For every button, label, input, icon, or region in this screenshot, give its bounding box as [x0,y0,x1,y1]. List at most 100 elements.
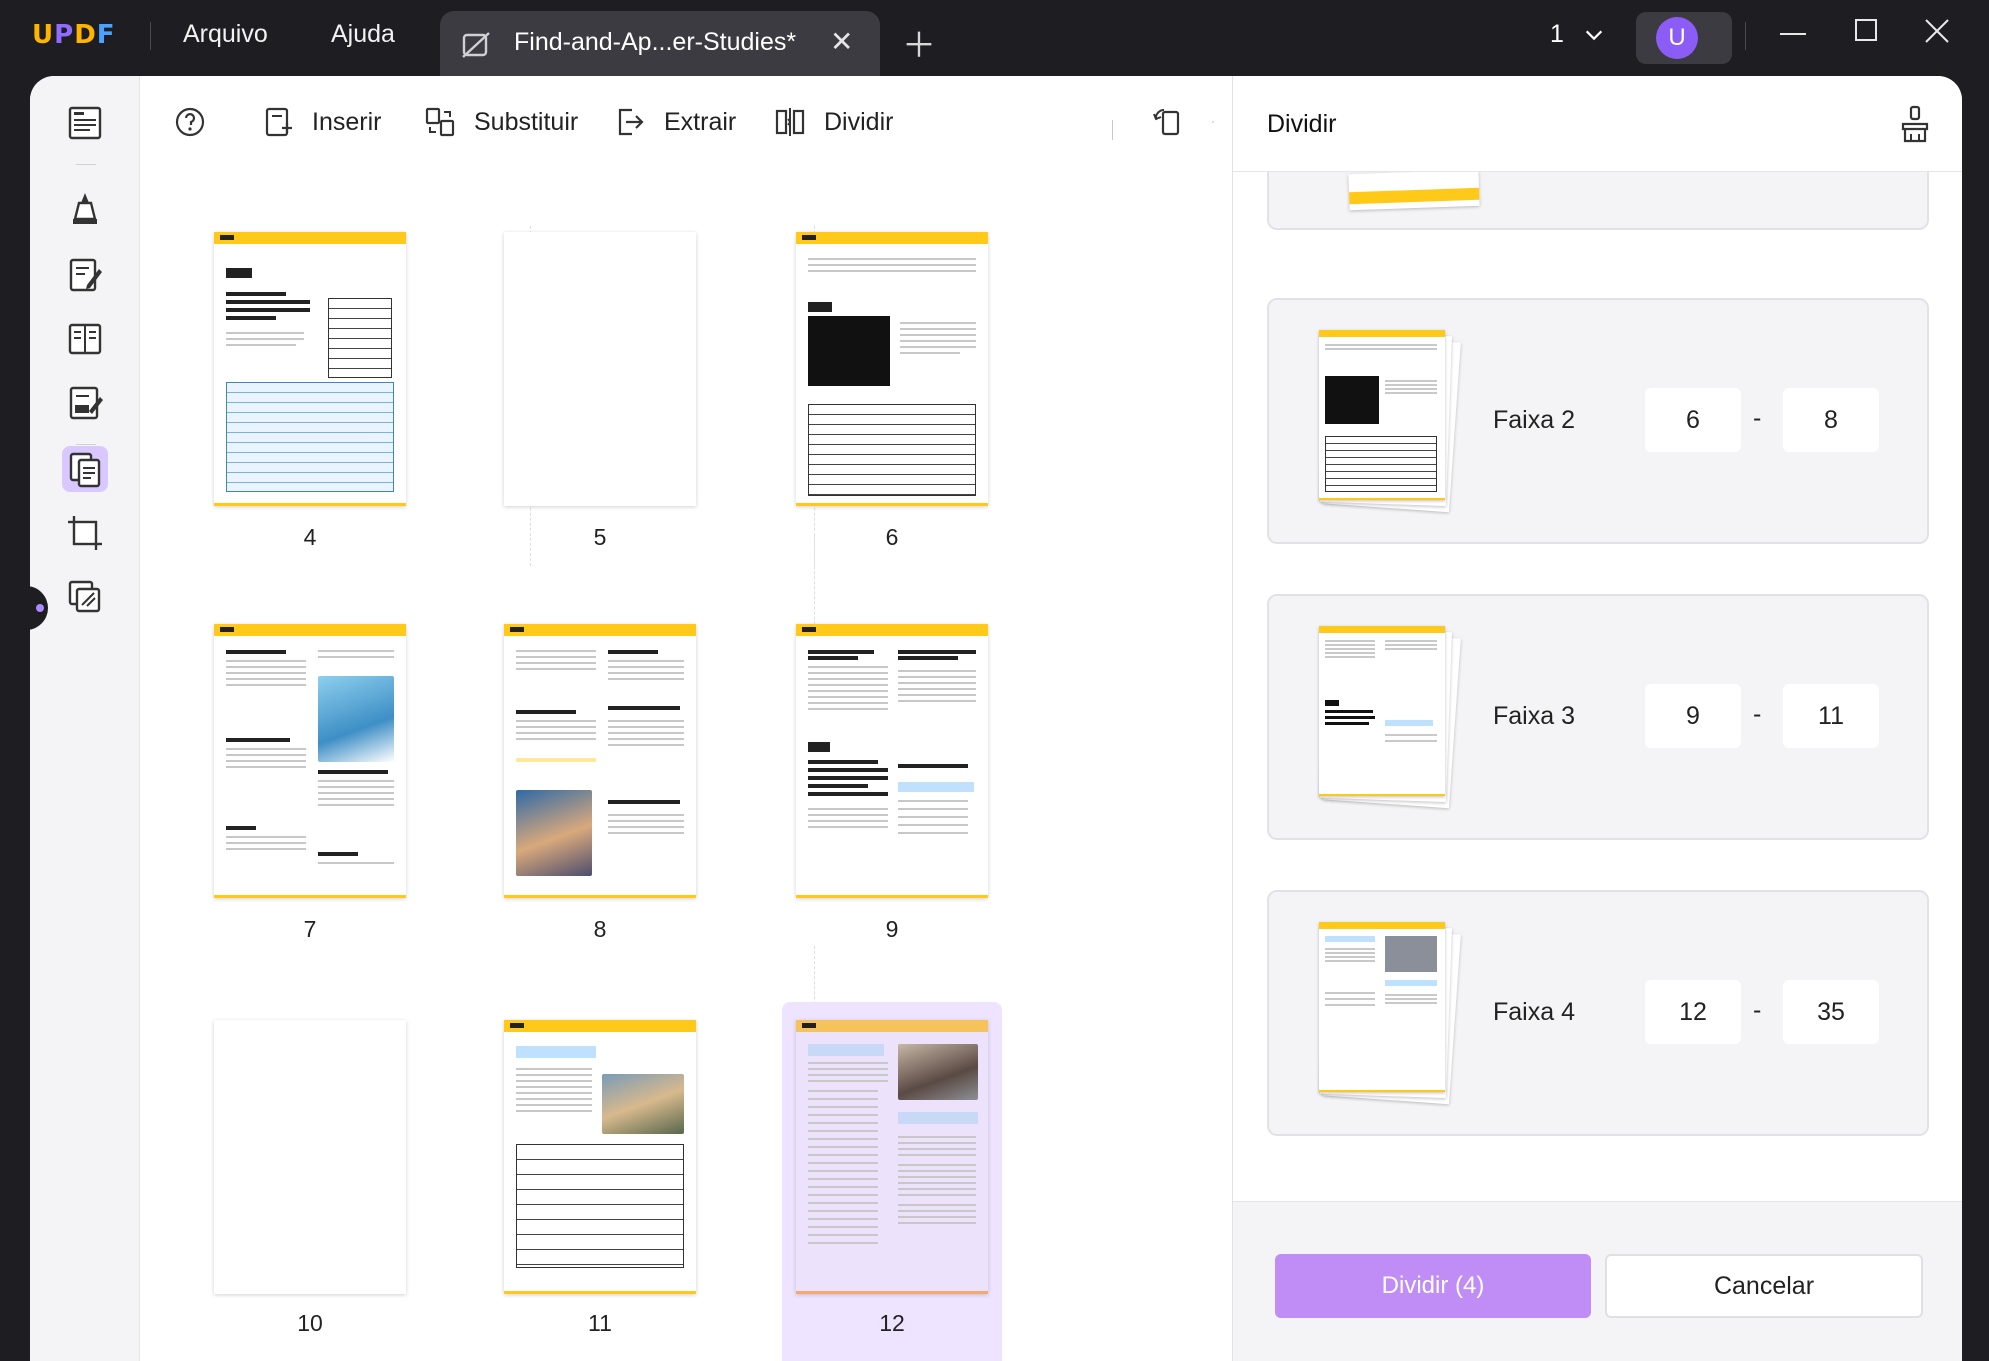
page-number: 4 [303,524,317,550]
insert-page-icon [265,107,292,137]
extract-label: Extrair [664,107,737,136]
document-tab-icon [460,29,492,61]
titlebar-divider-right [1745,22,1746,50]
menu-file[interactable]: Arquivo [183,20,268,49]
fill-sign-icon[interactable] [62,380,108,426]
main-window: Inserir Substituir Extrair Dividir 4 5 6… [30,76,1962,1361]
page-thumbnail[interactable]: 10 [200,1016,420,1361]
page-thumbnail[interactable]: 6 [782,222,1002,592]
page-preview [504,1020,696,1294]
edit-pdf-icon[interactable] [62,252,108,298]
tab-title: Find-and-Ap...er-Studies* [514,28,797,56]
page-thumbnail[interactable]: 11 [490,1016,710,1361]
page-preview [796,232,988,506]
organize-pages-icon[interactable] [62,446,108,492]
menu-help[interactable]: Ajuda [331,20,395,49]
minimize-icon[interactable] [1778,14,1808,52]
replace-button[interactable]: Substituir [424,104,578,140]
crop-icon[interactable] [62,510,108,556]
rotate-right-icon[interactable] [1212,104,1232,140]
range-separator-dash: - [1753,404,1762,432]
range-preview [1319,626,1461,809]
insert-label: Inserir [312,107,382,136]
title-bar: UPDF Arquivo Ajuda Find-and-Ap...er-Stud… [0,0,1989,76]
range-preview [1319,922,1461,1105]
range-preview [1319,330,1461,513]
cancel-button[interactable]: Cancelar [1605,1254,1923,1318]
page-thumbnail[interactable]: 5 [490,222,710,592]
active-tool-indicator [30,586,48,630]
replace-label: Substituir [474,107,579,136]
help-icon[interactable] [174,104,224,140]
document-tab[interactable]: Find-and-Ap...er-Studies* ✕ [440,11,880,76]
page-number: 5 [593,524,607,550]
rotate-left-icon[interactable] [1152,104,1202,140]
extract-page-icon [618,108,644,136]
close-window-icon[interactable] [1922,14,1952,52]
page-thumbnail[interactable]: 7 [200,618,420,988]
page-number: 6 [885,524,899,550]
sidebar-divider [76,444,96,445]
close-tab-icon[interactable]: ✕ [830,25,853,58]
maximize-icon[interactable] [1852,14,1882,52]
page-thumbnail[interactable]: 4 [200,222,420,592]
sidebar-divider [76,164,96,165]
range-to-input[interactable]: 8 [1783,388,1879,452]
range-label: Faixa 2 [1493,406,1575,434]
range-card: Faixa 3 9 - 11 [1267,594,1929,840]
page-number: 12 [879,1310,905,1336]
avatar: U [1656,17,1698,59]
page-preview [214,232,406,506]
range-from-input[interactable]: 12 [1645,980,1741,1044]
page-number: 7 [303,916,317,942]
split-button[interactable]: Dividir [774,104,893,140]
range-to-input[interactable]: 11 [1783,684,1879,748]
insert-button[interactable]: Inserir [262,104,381,140]
app-logo: UPDF [32,20,116,50]
avatar-box[interactable]: U [1636,12,1732,64]
page-toolbar: Inserir Substituir Extrair Dividir [140,76,1232,166]
toolbar-divider [1112,120,1113,140]
page-thumbnail[interactable]: 8 [490,618,710,988]
chevron-down-icon [1583,20,1605,48]
page-preview [796,1020,988,1294]
range-label: Faixa 3 [1493,702,1575,730]
new-tab-icon[interactable]: ＋ [902,18,936,67]
range-from-input[interactable]: 9 [1645,684,1741,748]
reader-mode-icon[interactable] [62,100,108,146]
split-page-icon [775,108,805,136]
range-card: Faixa 2 6 - 8 [1267,298,1929,544]
split-confirm-button[interactable]: Dividir (4) [1275,1254,1591,1318]
batch-tools-icon[interactable] [62,574,108,620]
page-preview [214,624,406,898]
range-label: Faixa 4 [1493,998,1575,1026]
range-separator-dash: - [1753,996,1762,1024]
range-card: Faixa 4 12 - 35 [1267,890,1929,1136]
page-thumbnail-grid: 4 5 6 7 8 9 10 11 12 [140,166,1340,1361]
page-number: 9 [885,916,899,942]
window-count: 1 [1550,20,1564,48]
clear-icon[interactable] [1897,104,1933,144]
page-preview [504,232,696,506]
titlebar-divider [150,22,151,50]
left-sidebar [30,76,140,1361]
form-icon[interactable] [62,316,108,362]
split-panel-header: Dividir [1233,76,1962,172]
range-from-input[interactable]: 6 [1645,388,1741,452]
split-label: Dividir [824,107,894,136]
page-thumbnail[interactable]: 9 [782,618,1002,988]
range-card-partial [1267,172,1929,230]
range-separator-dash: - [1753,700,1762,728]
page-preview [504,624,696,898]
split-panel-footer: Dividir (4) Cancelar [1233,1201,1962,1361]
window-count-dropdown[interactable]: 1 [1550,20,1605,49]
page-number: 10 [297,1310,323,1336]
comment-highlighter-icon[interactable] [62,186,108,232]
extract-button[interactable]: Extrair [614,104,736,140]
page-thumbnail-selected[interactable]: 12 [782,1002,1002,1361]
split-panel: Dividir Faixa 2 6 - 8 Faixa 3 9 - 11 Fai… [1232,76,1962,1361]
page-number: 8 [593,916,607,942]
page-number: 11 [588,1310,612,1336]
range-to-input[interactable]: 35 [1783,980,1879,1044]
range-preview [1348,172,1480,211]
